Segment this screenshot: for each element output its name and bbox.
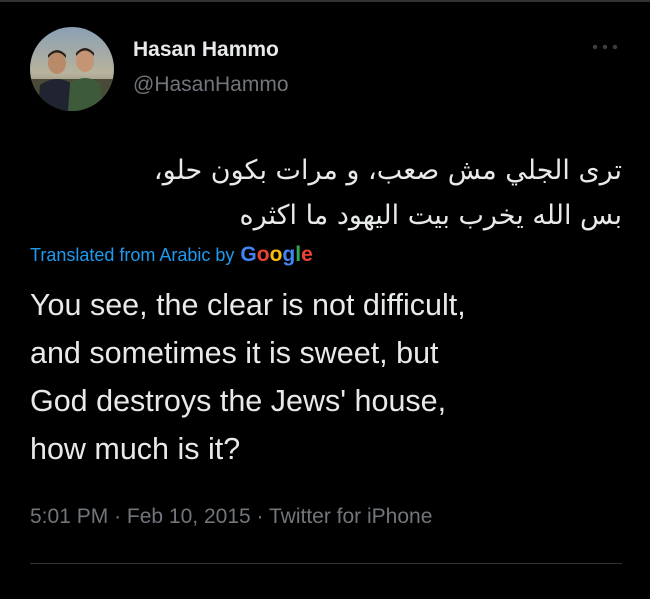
bottom-divider xyxy=(30,563,622,564)
tweet-time[interactable]: 5:01 PM xyxy=(30,505,108,528)
top-divider xyxy=(0,0,650,2)
author-display-name[interactable]: Hasan Hammo xyxy=(133,38,279,62)
more-horizontal-icon[interactable] xyxy=(590,40,620,54)
avatar-photo xyxy=(30,27,114,111)
author-handle[interactable]: @HasanHammo xyxy=(133,73,289,97)
tweet-original-line: بس الله يخرب بيت اليهود ما اكثره xyxy=(239,200,622,231)
tweet-metadata: 5:01 PM · Feb 10, 2015 · Twitter for iPh… xyxy=(30,505,432,529)
tweet-translation-line: God destroys the Jews' house, xyxy=(30,384,447,418)
translated-from-label: Translated from Arabic by xyxy=(30,245,235,265)
tweet-translation-line: how much is it? xyxy=(30,432,241,466)
google-logo: Google xyxy=(240,243,313,266)
tweet-translation-line: You see, the clear is not difficult, xyxy=(30,288,466,322)
avatar[interactable] xyxy=(30,27,114,111)
tweet-translation-line: and sometimes it is sweet, but xyxy=(30,336,439,370)
tweet-source[interactable]: Twitter for iPhone xyxy=(269,505,432,528)
translated-from-link[interactable]: Translated from Arabic by Google xyxy=(30,243,313,267)
meta-separator: · xyxy=(114,505,122,528)
meta-separator: · xyxy=(256,505,264,528)
tweet-original-line: ترى الجلي مش صعب، و مرات بكون حلو، xyxy=(153,155,622,186)
tweet-date[interactable]: Feb 10, 2015 xyxy=(127,505,251,528)
